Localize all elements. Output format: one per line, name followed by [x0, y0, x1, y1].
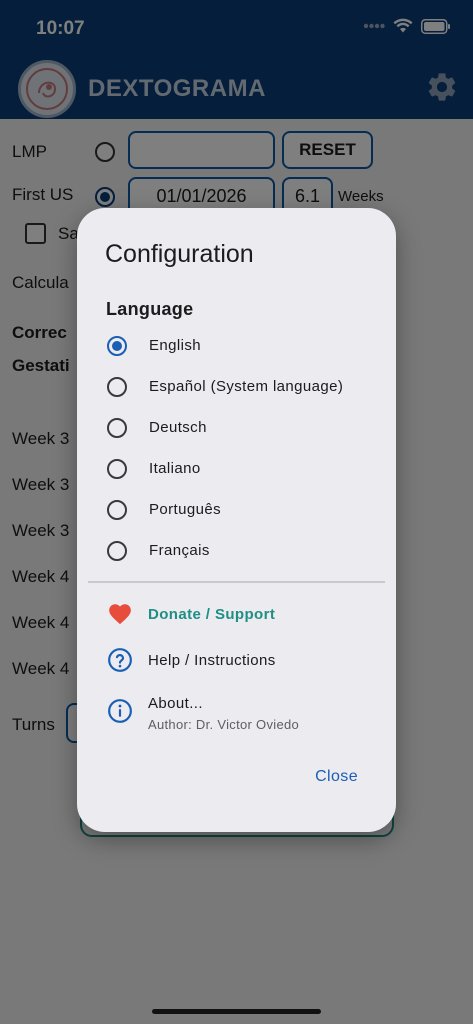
radio-unselected[interactable] — [107, 459, 127, 479]
about-item[interactable]: About... Author: Dr. Victor Oviedo — [105, 686, 375, 736]
radio-unselected[interactable] — [107, 541, 127, 561]
language-option-label: Español (System language) — [149, 378, 344, 395]
dialog-title: Configuration — [105, 240, 254, 268]
language-option-portuguese[interactable]: Português — [105, 494, 375, 528]
language-option-italian[interactable]: Italiano — [105, 453, 375, 487]
about-author: Author: Dr. Victor Oviedo — [148, 717, 300, 732]
language-option-spanish[interactable]: Español (System language) — [105, 371, 375, 405]
language-option-german[interactable]: Deutsch — [105, 412, 375, 446]
language-option-label: Português — [149, 501, 221, 518]
info-icon — [108, 699, 132, 723]
language-option-french[interactable]: Français — [105, 535, 375, 569]
language-option-label: Français — [149, 542, 210, 559]
language-option-english[interactable]: English — [105, 330, 375, 364]
home-indicator — [152, 1009, 321, 1014]
donate-support-item[interactable]: Donate / Support — [105, 595, 375, 635]
radio-unselected[interactable] — [107, 418, 127, 438]
configuration-dialog: Configuration Language English Español (… — [77, 208, 396, 832]
radio-selected[interactable] — [107, 336, 127, 356]
close-button[interactable]: Close — [311, 766, 362, 788]
help-instructions-item[interactable]: Help / Instructions — [105, 641, 375, 681]
dialog-divider — [88, 581, 385, 583]
heart-icon — [109, 604, 131, 625]
radio-unselected[interactable] — [107, 377, 127, 397]
language-option-label: English — [149, 337, 201, 354]
about-label: About... — [148, 695, 203, 712]
donate-label: Donate / Support — [148, 606, 276, 623]
language-section-title: Language — [106, 299, 194, 319]
help-label: Help / Instructions — [148, 652, 276, 669]
help-icon — [108, 648, 132, 672]
language-option-label: Italiano — [149, 460, 201, 477]
language-option-label: Deutsch — [149, 419, 207, 436]
radio-unselected[interactable] — [107, 500, 127, 520]
